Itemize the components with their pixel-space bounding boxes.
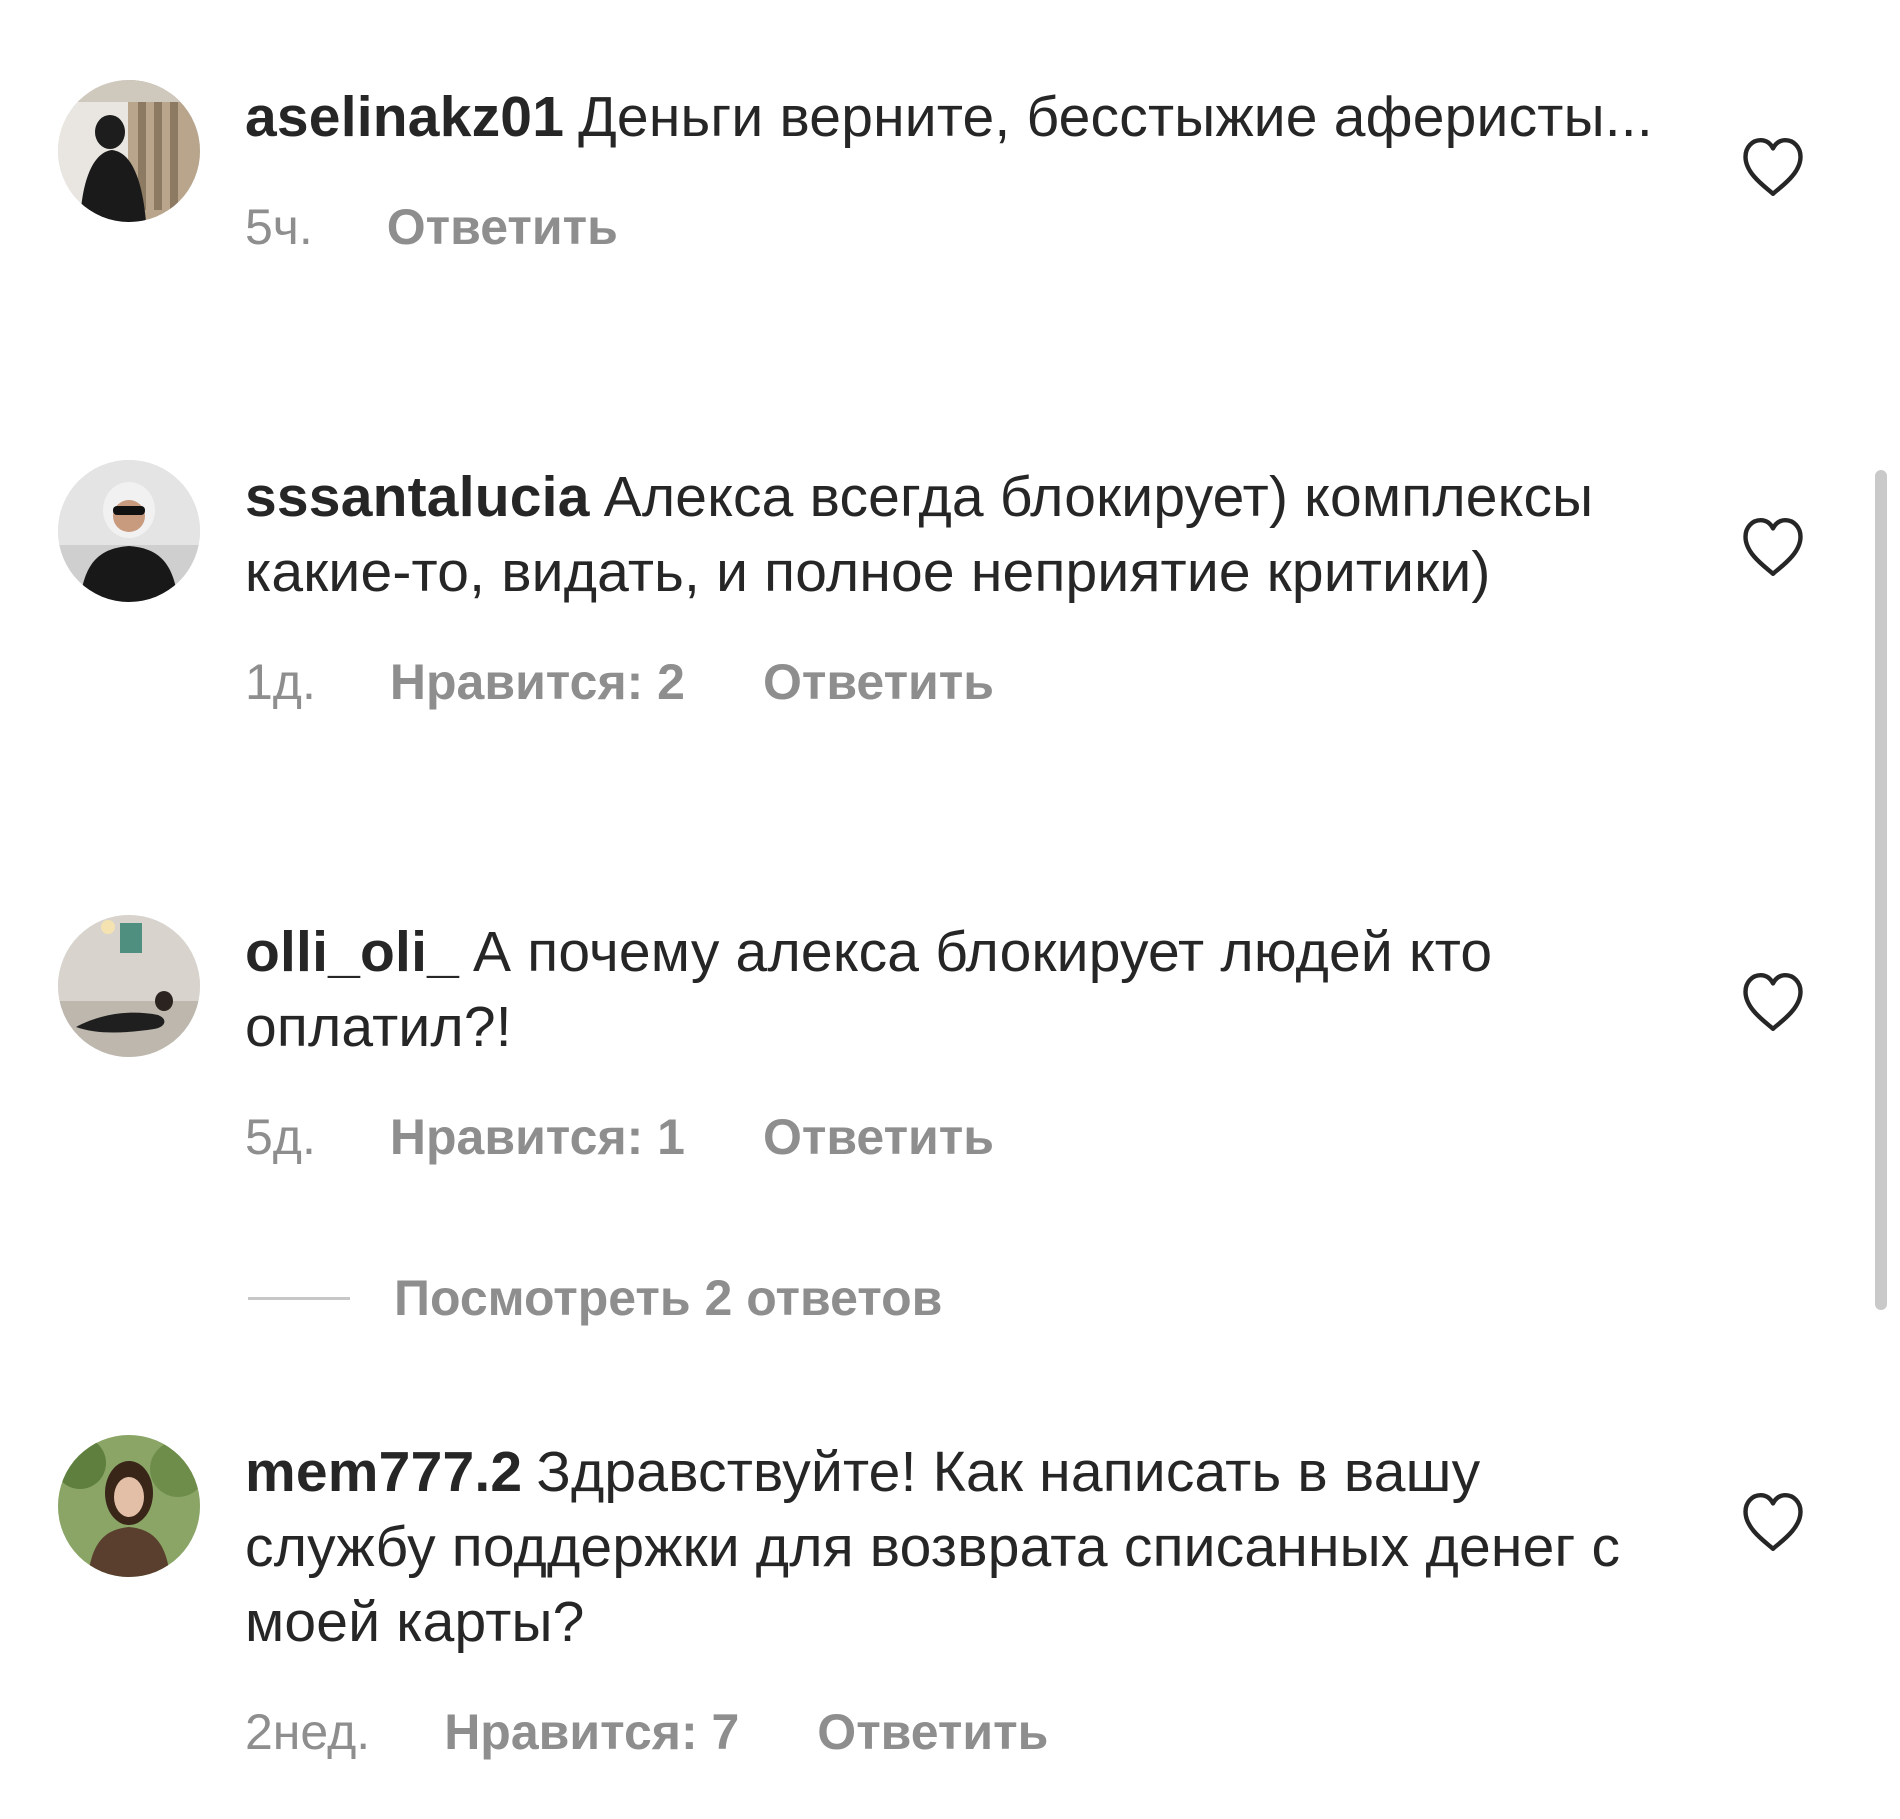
comment-username[interactable]: olli_oli_ <box>245 920 459 984</box>
avatar[interactable] <box>58 915 200 1057</box>
comment-time: 5д. <box>245 1109 316 1165</box>
avatar[interactable] <box>58 460 200 602</box>
reply-button[interactable]: Ответить <box>387 197 618 257</box>
avatar[interactable] <box>58 80 200 222</box>
comment-username[interactable]: mem777.2 <box>245 1440 522 1504</box>
likes-count[interactable]: Нравится: 2 <box>390 652 685 712</box>
avatar-image <box>58 80 200 222</box>
comment-text-block: sssantalucia Алекса всегда блокирует) ком… <box>245 460 1665 610</box>
heart-outline-icon <box>1743 972 1803 1032</box>
comment-body: olli_oli_ А почему алекса блокирует людей… <box>245 915 1665 1167</box>
view-replies-label: Посмотреть 2 ответов <box>394 1270 943 1326</box>
avatar-image <box>58 915 200 1057</box>
comment-meta: 5ч. Ответить <box>245 197 1665 257</box>
comment-body: aselinakz01 Деньги верните, бесстыжие афе… <box>245 80 1665 257</box>
comment-time: 1д. <box>245 654 316 710</box>
comment-time: 5ч. <box>245 199 313 255</box>
likes-count[interactable]: Нравится: 7 <box>444 1702 739 1762</box>
likes-count[interactable]: Нравится: 1 <box>390 1107 685 1167</box>
comments-list: aselinakz01 Деньги верните, бесстыжие афе… <box>0 0 1900 1819</box>
like-button[interactable] <box>1740 1491 1806 1553</box>
reply-button[interactable]: Ответить <box>763 652 994 712</box>
comment-text-block: olli_oli_ А почему алекса блокирует людей… <box>245 915 1665 1065</box>
comment-body: mem777.2 Здравствуйте! Как написать в ваш… <box>245 1435 1665 1762</box>
comment-text: Деньги верните, бесстыжие аферисты... <box>578 85 1653 149</box>
comment-text-block: aselinakz01 Деньги верните, бесстыжие афе… <box>245 80 1665 155</box>
comment-time: 2нед. <box>245 1704 371 1760</box>
avatar[interactable] <box>58 1435 200 1577</box>
like-button[interactable] <box>1740 136 1806 198</box>
comment-meta: 2нед. Нравится: 7 Ответить <box>245 1702 1665 1762</box>
comment-meta: 5д. Нравится: 1 Ответить <box>245 1107 1665 1167</box>
comment-body: sssantalucia Алекса всегда блокирует) ком… <box>245 460 1665 712</box>
like-button[interactable] <box>1740 971 1806 1033</box>
like-button[interactable] <box>1740 516 1806 578</box>
view-replies-button[interactable]: Посмотреть 2 ответов <box>248 1268 942 1328</box>
reply-button[interactable]: Ответить <box>763 1107 994 1167</box>
avatar-image <box>58 460 200 602</box>
comment-text-block: mem777.2 Здравствуйте! Как написать в ваш… <box>245 1435 1665 1660</box>
comment-username[interactable]: aselinakz01 <box>245 85 564 149</box>
heart-outline-icon <box>1743 517 1803 577</box>
heart-outline-icon <box>1743 1492 1803 1552</box>
comment-username[interactable]: sssantalucia <box>245 465 590 529</box>
scrollbar-thumb[interactable] <box>1875 470 1887 1310</box>
reply-button[interactable]: Ответить <box>817 1702 1048 1762</box>
replies-divider-line <box>248 1296 350 1300</box>
avatar-image <box>58 1435 200 1577</box>
comment-meta: 1д. Нравится: 2 Ответить <box>245 652 1665 712</box>
heart-outline-icon <box>1743 137 1803 197</box>
